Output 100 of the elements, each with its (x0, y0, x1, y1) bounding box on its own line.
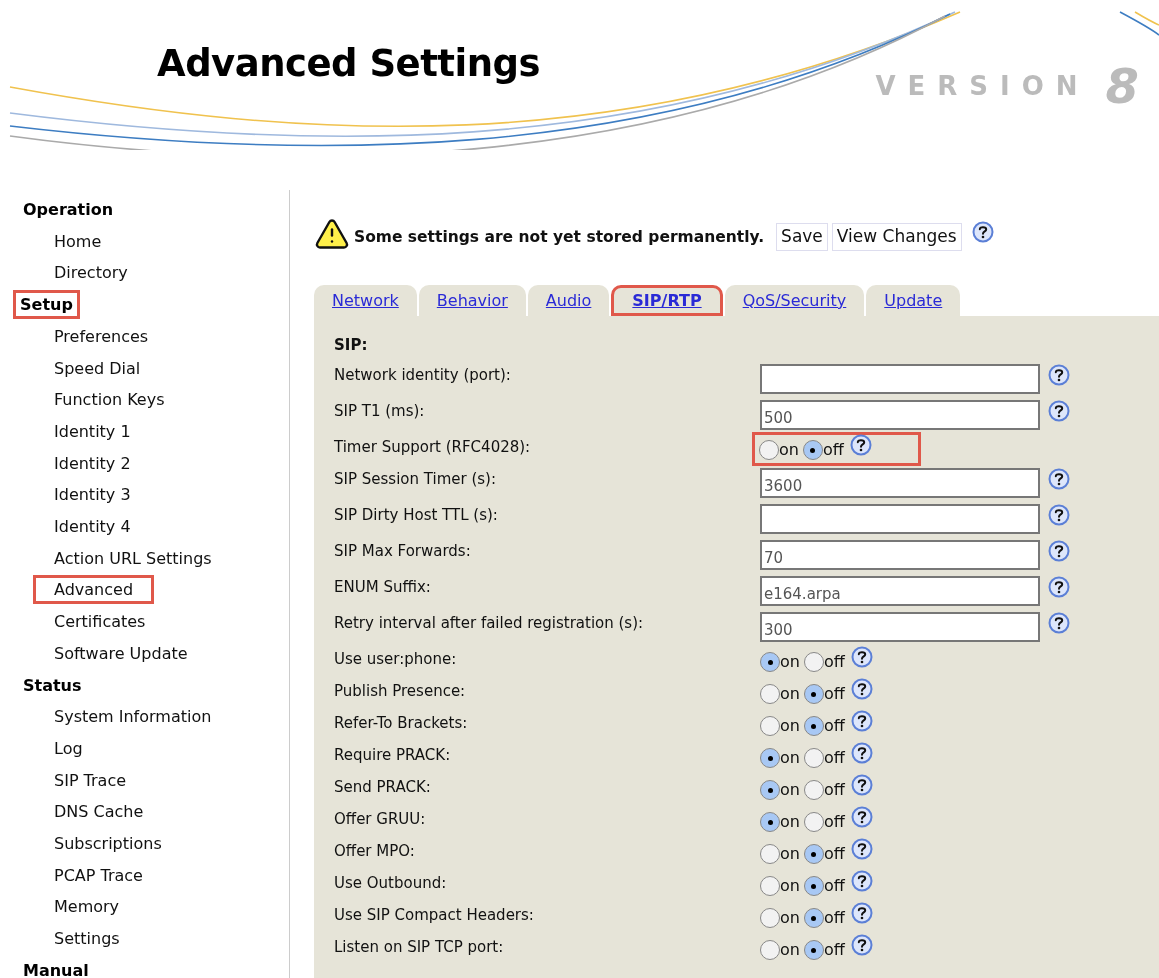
radio-label: on (780, 747, 800, 769)
tab[interactable]: Update (866, 285, 961, 316)
sidebar-heading: Manual (23, 960, 89, 978)
radio-button[interactable] (803, 748, 824, 768)
sidebar-link[interactable]: Function Keys (54, 390, 165, 410)
sidebar-link[interactable]: PCAP Trace (54, 865, 143, 885)
text-field[interactable] (760, 364, 1040, 394)
sidebar-link[interactable]: DNS Cache (54, 802, 144, 822)
sidebar-link[interactable]: Subscriptions (54, 834, 162, 854)
setting-label: Send PRACK: (334, 777, 432, 798)
help-icon[interactable] (850, 742, 873, 764)
radio-button[interactable] (760, 748, 780, 768)
radio-button[interactable] (760, 844, 780, 864)
sidebar-link[interactable]: System Information (54, 707, 212, 727)
sidebar-link[interactable]: Log (54, 738, 83, 758)
setting-label: Offer GRUU: (334, 809, 427, 830)
help-icon[interactable] (849, 434, 872, 456)
sidebar-link[interactable]: Certificates (54, 612, 146, 632)
notice-button[interactable]: Save (776, 223, 828, 251)
text-field[interactable] (760, 504, 1040, 534)
sidebar-link[interactable]: Software Update (54, 643, 188, 663)
radio-button[interactable] (803, 844, 824, 864)
text-field[interactable]: e164.arpa (760, 576, 1040, 606)
radio-button[interactable] (803, 780, 824, 800)
help-icon[interactable] (850, 934, 873, 956)
setting-label: Use Outbound: (334, 873, 448, 894)
help-icon[interactable] (1048, 400, 1070, 422)
help-icon[interactable] (1048, 364, 1070, 386)
setting-label: Require PRACK: (334, 745, 452, 766)
tab[interactable]: Behavior (418, 285, 526, 316)
setting-label: Refer-To Brackets: (334, 713, 469, 734)
sidebar-link[interactable]: SIP Trace (54, 770, 127, 790)
radio-label: off (823, 843, 845, 865)
sidebar-link[interactable]: Advanced (33, 575, 155, 605)
sidebar-heading: Operation (23, 200, 114, 219)
help-icon[interactable] (850, 774, 873, 796)
radio-label: off (823, 779, 845, 801)
sidebar-heading: Setup (13, 290, 80, 320)
help-icon[interactable] (1048, 504, 1070, 526)
sidebar-link[interactable]: Identity 2 (54, 453, 131, 473)
notice-button[interactable]: View Changes (831, 223, 962, 251)
text-field[interactable]: 500 (760, 400, 1040, 430)
sidebar-link[interactable]: Identity 3 (54, 485, 131, 505)
help-icon[interactable] (850, 646, 873, 668)
setting-label: Publish Presence: (334, 681, 467, 702)
radio-button[interactable] (760, 940, 780, 960)
setting-label: SIP T1 (ms): (334, 401, 426, 422)
help-icon[interactable] (850, 902, 873, 924)
radio-button[interactable] (759, 440, 779, 460)
radio-label: on (780, 907, 800, 929)
help-icon[interactable] (1048, 612, 1070, 634)
help-icon[interactable] (850, 838, 873, 860)
sidebar-link[interactable]: Settings (54, 929, 120, 949)
radio-label: on (780, 811, 800, 833)
sidebar-link[interactable]: Home (54, 231, 102, 251)
radio-button[interactable] (803, 684, 824, 704)
sidebar-link[interactable]: Speed Dial (54, 358, 141, 378)
help-icon[interactable] (850, 678, 873, 700)
radio-button[interactable] (760, 652, 780, 672)
radio-button[interactable] (802, 440, 823, 460)
radio-label: on (780, 843, 800, 865)
help-icon[interactable] (1048, 576, 1070, 598)
sidebar-link[interactable]: Memory (54, 897, 120, 917)
help-icon[interactable] (1048, 468, 1070, 490)
setting-label: Listen on SIP TCP port: (334, 937, 505, 958)
tab[interactable]: Audio (527, 285, 610, 316)
help-icon[interactable] (1048, 540, 1070, 562)
radio-button[interactable] (803, 812, 824, 832)
radio-button[interactable] (760, 684, 780, 704)
radio-label: on (780, 779, 800, 801)
tab[interactable]: QoS/Security (724, 285, 865, 316)
tab[interactable]: Network (314, 285, 417, 316)
setting-label: Use user:phone: (334, 649, 458, 670)
text-field[interactable]: 3600 (760, 468, 1040, 498)
radio-button[interactable] (803, 940, 824, 960)
radio-button[interactable] (760, 876, 780, 896)
radio-label: off (822, 439, 844, 461)
tab[interactable]: SIP/RTP (611, 285, 723, 316)
radio-button[interactable] (803, 876, 824, 896)
help-icon[interactable] (850, 806, 873, 828)
radio-button[interactable] (760, 812, 780, 832)
radio-button[interactable] (760, 716, 780, 736)
sidebar-link[interactable]: Preferences (54, 326, 149, 346)
sidebar-link[interactable]: Identity 4 (54, 517, 131, 537)
help-icon[interactable] (971, 221, 994, 243)
radio-button[interactable] (803, 716, 824, 736)
radio-button[interactable] (760, 780, 780, 800)
sidebar-link[interactable]: Identity 1 (54, 421, 131, 441)
help-icon[interactable] (850, 870, 873, 892)
radio-button[interactable] (803, 652, 824, 672)
text-field[interactable]: 70 (760, 540, 1040, 570)
radio-button[interactable] (803, 908, 824, 928)
radio-label: on (780, 651, 800, 673)
radio-label: on (780, 683, 800, 705)
setting-label: Network identity (port): (334, 365, 512, 386)
sidebar-link[interactable]: Action URL Settings (54, 548, 212, 568)
sidebar-link[interactable]: Directory (54, 263, 128, 283)
text-field[interactable]: 300 (760, 612, 1040, 642)
help-icon[interactable] (850, 710, 873, 732)
radio-button[interactable] (760, 908, 780, 928)
